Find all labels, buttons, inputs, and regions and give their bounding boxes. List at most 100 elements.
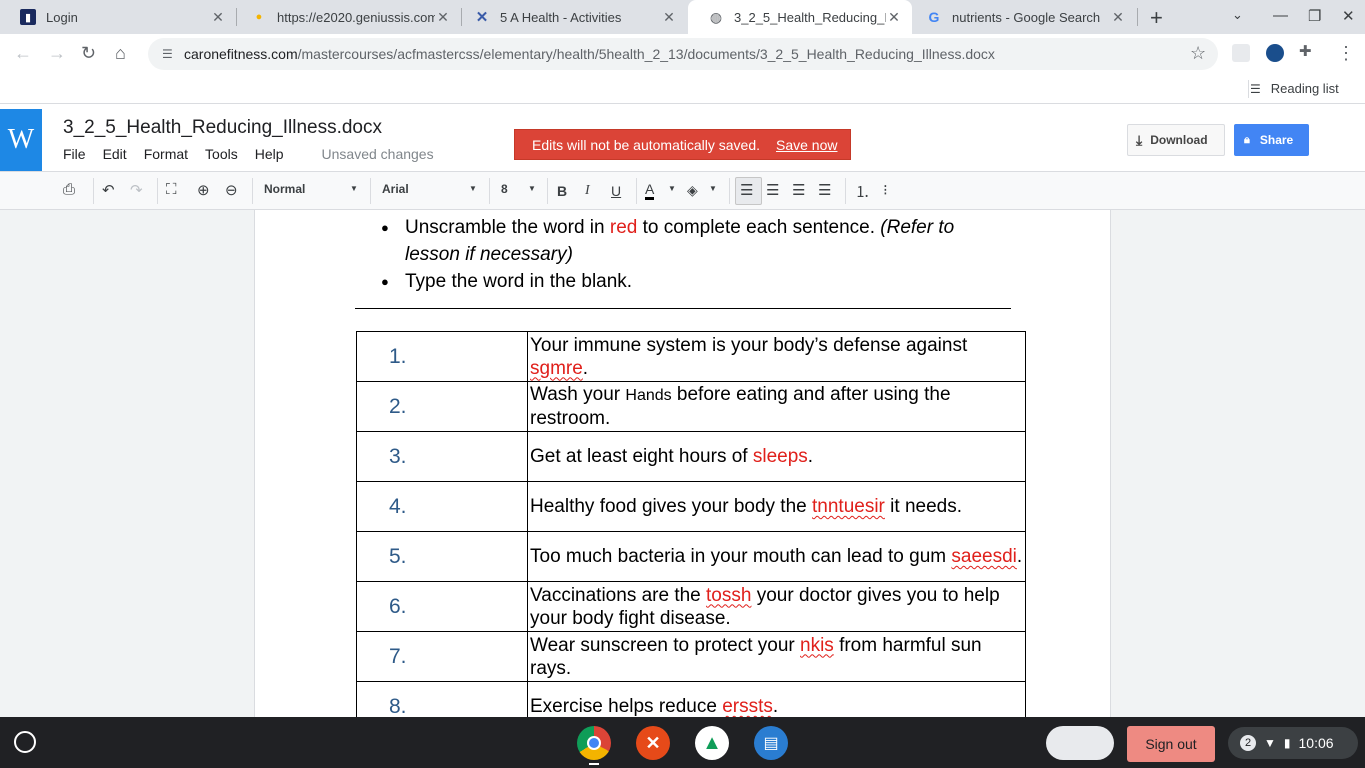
text-color-icon[interactable]: A bbox=[645, 182, 655, 200]
menu-file[interactable]: File bbox=[63, 146, 86, 162]
answer-word[interactable]: sleeps bbox=[753, 446, 808, 467]
sentence-text: Vaccinations are the bbox=[530, 584, 707, 606]
close-icon[interactable]: ✕ bbox=[210, 9, 226, 26]
row-number: 6. bbox=[356, 581, 528, 632]
chrome-app-icon[interactable] bbox=[577, 726, 611, 760]
save-now-link[interactable]: Save now bbox=[776, 137, 837, 153]
close-icon[interactable]: ✕ bbox=[1110, 9, 1126, 26]
instruction-red-word: red bbox=[609, 217, 638, 238]
document-scroll-area[interactable]: Unscramble the word in red to complete e… bbox=[0, 210, 1365, 717]
forward-arrow-icon[interactable]: → bbox=[48, 43, 66, 64]
numbered-list-icon[interactable]: ⒈ bbox=[855, 181, 870, 202]
reading-list-label: Reading list bbox=[1270, 81, 1339, 96]
highlight-color-icon[interactable]: ◈ bbox=[687, 182, 698, 199]
bulleted-list-icon[interactable]: ⁝ bbox=[883, 181, 888, 199]
download-button[interactable]: ⤓ Download bbox=[1127, 124, 1225, 156]
cast-extension-icon[interactable] bbox=[1232, 44, 1250, 62]
menu-tools[interactable]: Tools bbox=[205, 146, 238, 162]
drive-app-icon[interactable]: ▲ bbox=[695, 726, 729, 760]
share-label: Share bbox=[1259, 133, 1294, 147]
new-tab-plus-icon[interactable]: + bbox=[1150, 5, 1163, 31]
extensions-puzzle-icon[interactable]: ✚ bbox=[1299, 42, 1317, 60]
restore-icon[interactable]: ❐ bbox=[1308, 7, 1321, 25]
sentence-text: Wash your bbox=[530, 384, 626, 405]
sentence-cell[interactable]: Too much bacteria in your mouth can lead… bbox=[527, 531, 1026, 582]
scrambled-word[interactable]: tnntuesir bbox=[812, 496, 885, 517]
close-icon[interactable]: ✕ bbox=[886, 9, 902, 26]
sentence-cell[interactable]: Get at least eight hours of sleeps. bbox=[527, 431, 1026, 482]
tab-google-search[interactable]: G nutrients - Google Search ✕ bbox=[906, 0, 1136, 34]
launcher-circle-icon[interactable] bbox=[14, 731, 36, 753]
url-host: caronefitness.com bbox=[184, 46, 298, 62]
align-right-icon[interactable]: ☰ bbox=[792, 181, 805, 199]
scrambled-word[interactable]: nkis bbox=[800, 635, 834, 656]
profile-extension-icon[interactable] bbox=[1266, 44, 1284, 62]
sentence-cell[interactable]: Exercise helps reduce erssts. bbox=[527, 681, 1026, 717]
align-center-icon[interactable]: ☰ bbox=[766, 181, 779, 199]
status-tray[interactable]: 2 ▼ ▮ 10:06 bbox=[1228, 727, 1358, 759]
site-info-icon[interactable]: ☰ bbox=[162, 47, 176, 61]
redo-icon[interactable]: ↷ bbox=[130, 181, 143, 199]
sentence-text: . bbox=[1016, 546, 1023, 567]
reload-icon[interactable]: ↻ bbox=[81, 43, 96, 64]
sentence-cell[interactable]: Wash your Hands before eating and after … bbox=[527, 381, 1026, 432]
answer-word[interactable]: Hands bbox=[625, 387, 671, 404]
sentence-cell[interactable]: Wear sunscreen to protect your nkis from… bbox=[527, 631, 1026, 682]
scrambled-word[interactable]: sgmre bbox=[530, 358, 583, 379]
italic-icon[interactable]: I bbox=[585, 183, 590, 199]
instruction-text: Unscramble the word in bbox=[405, 217, 610, 238]
document-title[interactable]: 3_2_5_Health_Reducing_Illness.docx bbox=[63, 117, 382, 139]
back-arrow-icon[interactable]: ← bbox=[14, 43, 32, 64]
table-row: 5. Too much bacteria in your mouth can l… bbox=[356, 531, 1026, 582]
menu-bar: File Edit Format Tools Help Unsaved chan… bbox=[63, 146, 451, 162]
autosave-warning-banner: Edits will not be automatically saved. S… bbox=[514, 129, 851, 160]
window-close-icon[interactable]: ✕ bbox=[1342, 7, 1355, 25]
sentence-text: Too much bacteria in your mouth can lead… bbox=[530, 546, 952, 567]
browser-toolbar: ← → ↻ ⌂ ☰ caronefitness.com/mastercourse… bbox=[0, 34, 1365, 74]
close-icon[interactable]: ✕ bbox=[661, 9, 677, 26]
row-number: 5. bbox=[356, 531, 528, 582]
close-icon[interactable]: ✕ bbox=[435, 9, 451, 26]
address-bar[interactable]: ☰ caronefitness.com/mastercourses/acfmas… bbox=[148, 38, 1218, 70]
kebab-menu-icon[interactable]: ⋮ bbox=[1337, 43, 1355, 64]
toolbar-divider bbox=[547, 178, 548, 204]
fit-page-icon[interactable]: ⛶ bbox=[166, 181, 177, 198]
bookmark-star-icon[interactable]: ☆ bbox=[1190, 43, 1206, 64]
sentence-text: Exercise helps reduce bbox=[530, 696, 723, 717]
tab-document-active[interactable]: ◍ 3_2_5_Health_Reducing_Illn ✕ bbox=[688, 0, 912, 34]
align-left-icon[interactable]: ☰ bbox=[740, 181, 753, 199]
reading-list-button[interactable]: ☰ Reading list bbox=[1250, 81, 1339, 96]
menu-help[interactable]: Help bbox=[255, 146, 284, 162]
print-icon[interactable]: ⎙ bbox=[63, 181, 75, 198]
undo-icon[interactable]: ↶ bbox=[102, 181, 115, 199]
holding-space-thumbnails[interactable] bbox=[1046, 726, 1114, 760]
sign-out-button[interactable]: Sign out bbox=[1127, 726, 1215, 762]
align-justify-icon[interactable]: ☰ bbox=[818, 181, 831, 199]
font-size-select[interactable]: 8 bbox=[501, 182, 508, 196]
zoom-in-icon[interactable]: ⊕ bbox=[197, 181, 210, 199]
tab-login[interactable]: ▮ Login ✕ bbox=[0, 0, 236, 34]
sentence-cell[interactable]: Your immune system is your body’s defens… bbox=[527, 331, 1026, 382]
scrambled-word[interactable]: erssts bbox=[722, 696, 773, 717]
sentence-cell[interactable]: Healthy food gives your body the tnntues… bbox=[527, 481, 1026, 532]
sentence-cell[interactable]: Vaccinations are the tossh your doctor g… bbox=[527, 581, 1026, 632]
chevron-down-icon: ▼ bbox=[528, 184, 536, 193]
menu-format[interactable]: Format bbox=[144, 146, 188, 162]
classroom-app-icon[interactable]: ▤ bbox=[754, 726, 788, 760]
scrambled-word[interactable]: saeesdi bbox=[951, 546, 1017, 567]
table-row: 2. Wash your Hands before eating and aft… bbox=[356, 381, 1026, 432]
share-button[interactable]: 🔒︎ Share bbox=[1234, 124, 1309, 156]
menu-edit[interactable]: Edit bbox=[103, 146, 127, 162]
home-icon[interactable]: ⌂ bbox=[115, 43, 126, 64]
tab-health-activities[interactable]: ✕ 5 A Health - Activities ✕ bbox=[454, 0, 687, 34]
x-app-icon[interactable]: ✕ bbox=[636, 726, 670, 760]
minimize-icon[interactable]: — bbox=[1273, 7, 1288, 24]
font-family-select[interactable]: Arial bbox=[382, 182, 409, 196]
tab-geniussis[interactable]: ● https://e2020.geniussis.com ✕ bbox=[231, 0, 461, 34]
underline-icon[interactable]: U bbox=[611, 183, 621, 199]
bold-icon[interactable]: B bbox=[557, 183, 567, 199]
scrambled-word[interactable]: tossh bbox=[706, 585, 751, 606]
zoom-out-icon[interactable]: ⊖ bbox=[225, 181, 238, 199]
paragraph-style-select[interactable]: Normal bbox=[264, 182, 305, 196]
tab-search-chevron-icon[interactable]: ⌄ bbox=[1232, 7, 1243, 23]
